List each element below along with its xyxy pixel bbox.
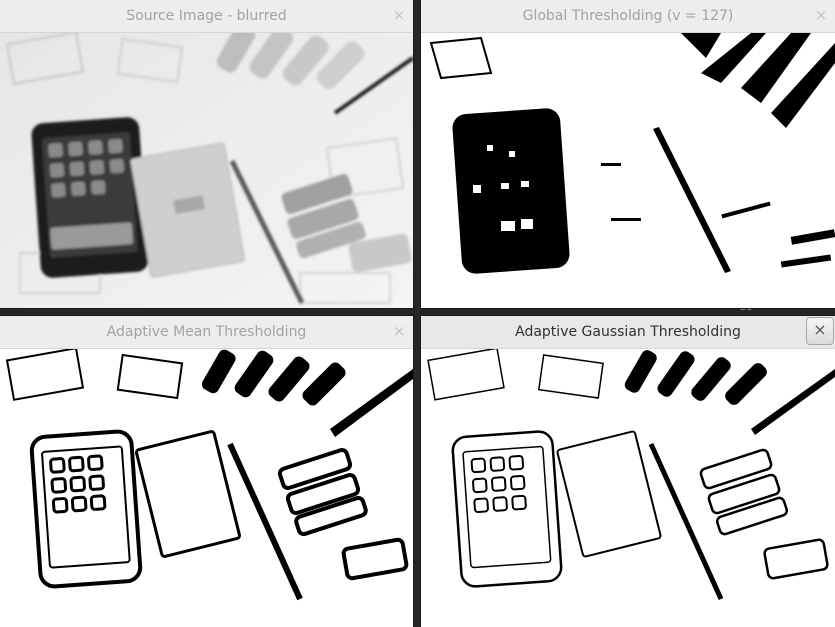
window-global-thresholding[interactable]: Global Thresholding (v = 127) × [421, 0, 835, 308]
image-canvas-global [421, 33, 835, 308]
window-adaptive-gaussian[interactable]: Adaptive Gaussian Thresholding × [421, 316, 835, 627]
image-canvas-source [0, 33, 413, 308]
titlebar-gaussian[interactable]: Adaptive Gaussian Thresholding × [421, 316, 835, 349]
close-button[interactable]: × [391, 7, 407, 23]
titlebar-source[interactable]: Source Image - blurred × [0, 0, 413, 33]
close-button[interactable]: × [813, 7, 829, 23]
desktop: 21 Source Image - blurred × [0, 0, 835, 627]
titlebar-mean[interactable]: Adaptive Mean Thresholding × [0, 316, 413, 349]
image-canvas-gaussian [421, 349, 835, 627]
image-canvas-mean [0, 349, 413, 627]
window-title: Source Image - blurred [126, 8, 287, 24]
window-source-image[interactable]: Source Image - blurred × [0, 0, 413, 308]
adaptive-gaussian-picture [421, 349, 835, 627]
close-button[interactable]: × [391, 323, 407, 339]
titlebar-global[interactable]: Global Thresholding (v = 127) × [421, 0, 835, 33]
window-adaptive-mean[interactable]: Adaptive Mean Thresholding × [0, 316, 413, 627]
window-title: Global Thresholding (v = 127) [522, 8, 734, 24]
adaptive-mean-picture [0, 349, 413, 627]
global-threshold-picture [421, 33, 835, 308]
window-title: Adaptive Gaussian Thresholding [515, 324, 741, 340]
close-button[interactable]: × [806, 317, 834, 345]
window-title: Adaptive Mean Thresholding [106, 324, 307, 340]
source-image-picture [0, 33, 413, 308]
